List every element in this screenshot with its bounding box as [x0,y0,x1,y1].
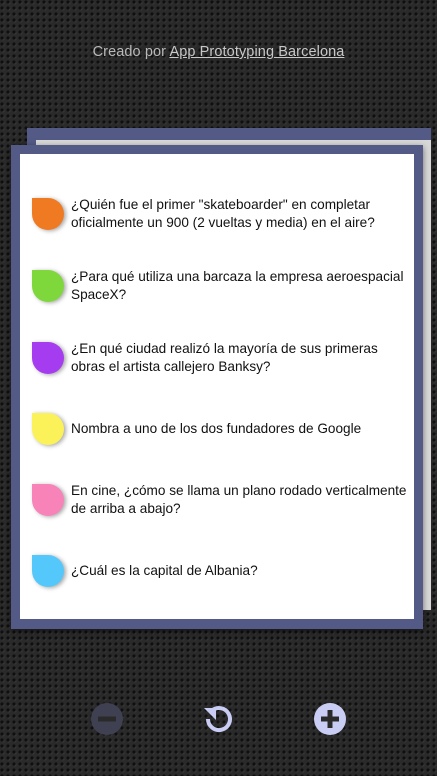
question-item-3: ¿En qué ciudad realizó la mayoría de sus… [20,338,414,378]
question-item-2: ¿Para qué utiliza una barcaza la empresa… [20,266,414,306]
question-item-6: ¿Cuál es la capital de Albania? [20,551,414,591]
credit-line: Creado por App Prototyping Barcelona [0,44,437,60]
minus-circle-icon [91,703,123,735]
question-card: ¿Quién fue el primer "skateboarder" en c… [11,145,423,629]
add-question-button[interactable] [313,702,347,736]
purple-bullet-icon [32,342,64,374]
remove-question-button[interactable] [90,702,124,736]
question-text: ¿Quién fue el primer "skateboarder" en c… [71,197,375,230]
yellow-bullet-icon [32,413,64,445]
credit-link[interactable]: App Prototyping Barcelona [169,44,344,60]
refresh-icon [204,706,232,733]
question-text: En cine, ¿cómo se llama un plano rodado … [71,483,407,516]
question-card-body: ¿Quién fue el primer "skateboarder" en c… [20,154,414,619]
reload-questions-button[interactable] [202,702,236,736]
green-bullet-icon [32,270,64,302]
question-text: ¿Para qué utiliza una barcaza la empresa… [71,269,404,302]
question-item-1: ¿Quién fue el primer "skateboarder" en c… [20,194,414,234]
credit-prefix: Creado por [92,44,170,60]
question-item-4: Nombra a uno de los dos fundadores de Go… [20,409,414,449]
question-text: ¿En qué ciudad realizó la mayoría de sus… [71,341,378,374]
question-text: ¿Cuál es la capital de Albania? [71,563,258,578]
question-text: Nombra a uno de los dos fundadores de Go… [71,421,362,436]
orange-bullet-icon [32,198,64,230]
plus-circle-icon [314,703,346,735]
question-item-5: En cine, ¿cómo se llama un plano rodado … [20,480,414,520]
pink-bullet-icon [32,484,64,516]
blue-bullet-icon [32,555,64,587]
